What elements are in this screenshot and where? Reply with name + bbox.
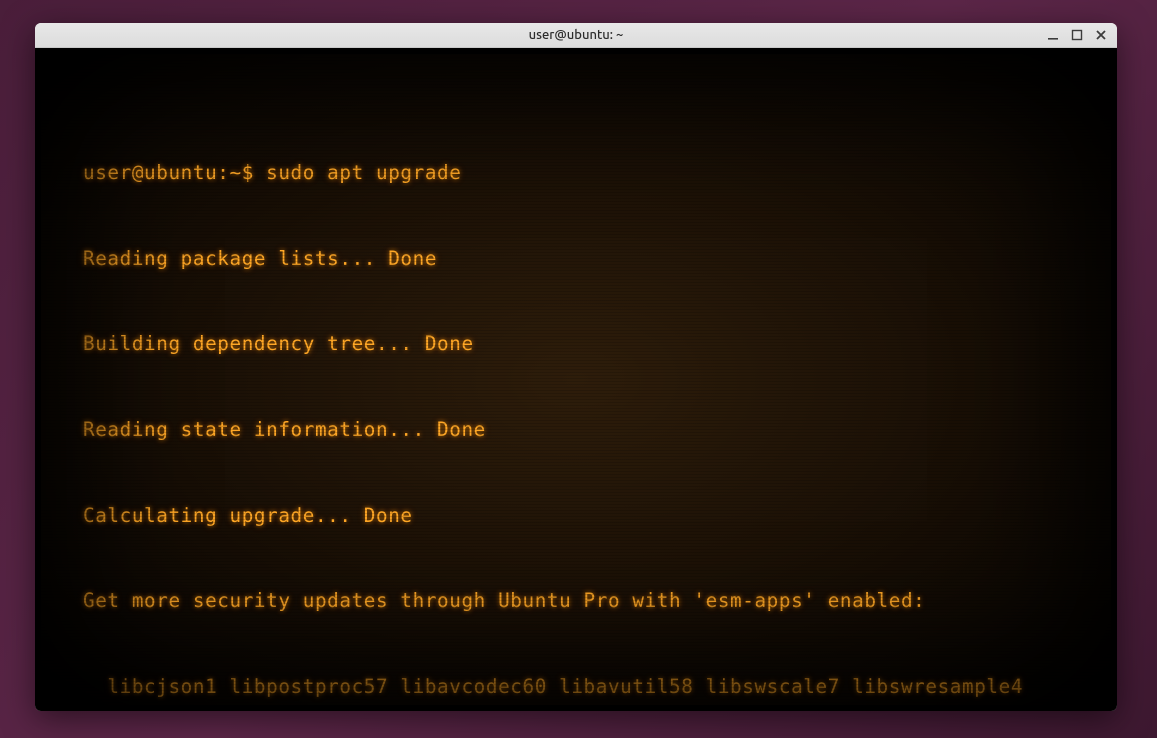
terminal-body[interactable]: user@ubuntu:~$ sudo apt upgrade Reading … <box>35 48 1117 711</box>
terminal-line: Building dependency tree... Done <box>83 330 1069 359</box>
terminal-line: Reading package lists... Done <box>83 245 1069 274</box>
window-controls <box>1041 23 1113 47</box>
minimize-icon <box>1046 28 1060 42</box>
terminal-line: Reading state information... Done <box>83 416 1069 445</box>
terminal-window: user@ubuntu: ~ user@ubuntu:~$ sudo apt u… <box>35 23 1117 711</box>
window-titlebar[interactable]: user@ubuntu: ~ <box>35 23 1117 48</box>
terminal-line: Calculating upgrade... Done <box>83 502 1069 531</box>
minimize-button[interactable] <box>1041 23 1065 47</box>
maximize-icon <box>1070 28 1084 42</box>
close-button[interactable] <box>1089 23 1113 47</box>
terminal-line: libcjson1 libpostproc57 libavcodec60 lib… <box>83 673 1069 702</box>
terminal-line: Get more security updates through Ubuntu… <box>83 587 1069 616</box>
window-title: user@ubuntu: ~ <box>529 28 624 42</box>
close-icon <box>1094 28 1108 42</box>
maximize-button[interactable] <box>1065 23 1089 47</box>
terminal-line: user@ubuntu:~$ sudo apt upgrade <box>83 159 1069 188</box>
crt-screen: user@ubuntu:~$ sudo apt upgrade Reading … <box>41 54 1111 705</box>
terminal-output: user@ubuntu:~$ sudo apt upgrade Reading … <box>83 102 1069 705</box>
